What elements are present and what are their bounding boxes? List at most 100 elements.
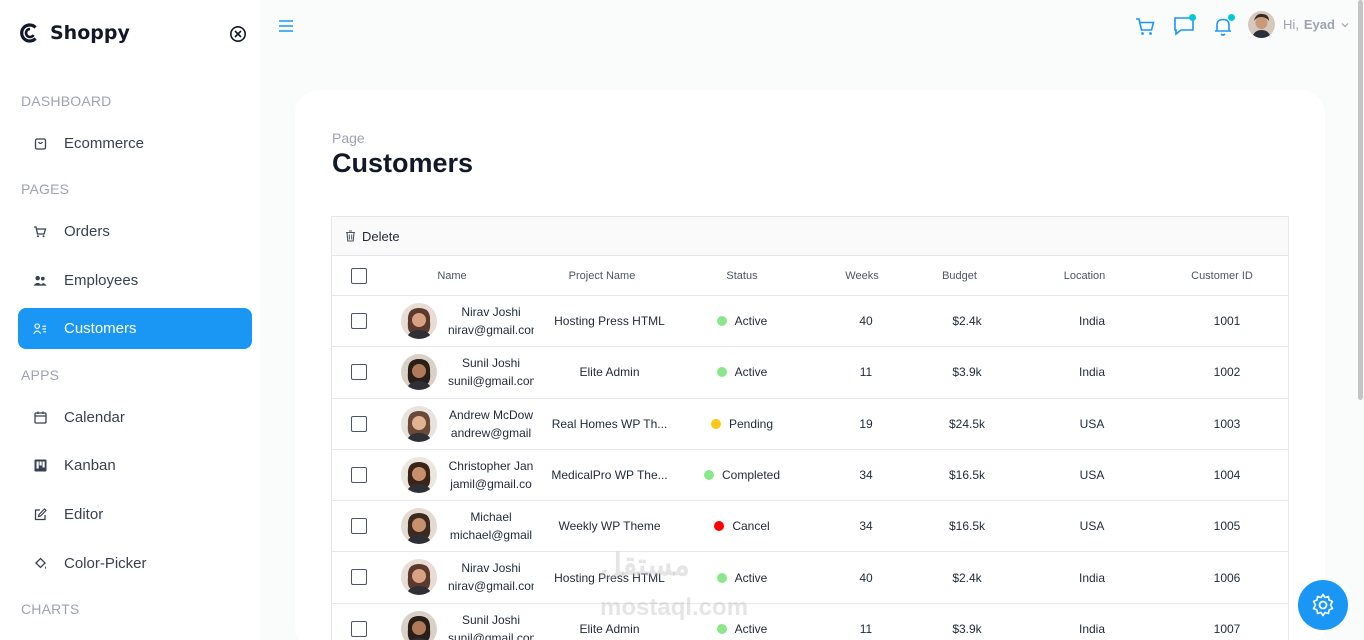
project-name-cell: Hosting Press HTML <box>542 296 677 346</box>
table-row[interactable]: Sunil Joshi sunil@gmail.com Elite Admin … <box>332 604 1288 640</box>
project-name: Hosting Press HTML <box>554 314 665 329</box>
hamburger-menu-icon[interactable] <box>278 18 294 34</box>
sidebar-item-employees[interactable]: Employees <box>18 260 252 301</box>
sidebar-item-label: Color-Picker <box>64 555 147 572</box>
table-row[interactable]: Andrew McDow andrew@gmail Real Homes WP … <box>332 399 1288 450</box>
close-sidebar-icon[interactable] <box>229 25 247 43</box>
column-header-status[interactable]: Status <box>692 256 792 296</box>
customer-id-cell: 1001 <box>1213 314 1241 329</box>
row-checkbox[interactable] <box>351 313 367 329</box>
sidebar-item-ecommerce[interactable]: Ecommerce <box>18 123 252 164</box>
gear-icon <box>1312 593 1334 617</box>
row-checkbox[interactable] <box>351 569 367 586</box>
color-picker-icon <box>33 557 47 571</box>
table-row[interactable]: Christopher Jan jamil@gmail.co MedicalPr… <box>332 450 1288 502</box>
column-header-weeks[interactable]: Weeks <box>812 256 912 296</box>
status-cell: Active <box>692 296 792 346</box>
table-row[interactable]: Nirav Joshi nirav@gmail.com Hosting Pres… <box>332 296 1288 348</box>
select-all-checkbox[interactable] <box>351 268 367 284</box>
table-row[interactable]: Michael michael@gmail Weekly WP Theme Ca… <box>332 501 1288 553</box>
status-text: Pending <box>728 416 774 431</box>
delete-button[interactable]: Delete <box>345 229 400 244</box>
project-name: Elite Admin <box>579 621 640 636</box>
page-title: Customers <box>332 148 474 178</box>
column-header-budget[interactable]: Budget <box>912 256 1007 296</box>
project-name-cell: MedicalPro WP The... <box>542 450 677 500</box>
project-name: Weekly WP Theme <box>558 519 661 534</box>
sidebar-item-label: Orders <box>64 223 110 240</box>
table-row[interactable]: Nirav Joshi nirav@gmail.com Hosting Pres… <box>332 552 1288 604</box>
section-title-dashboard: DASHBOARD <box>21 93 112 109</box>
weeks-cell: 34 <box>859 519 873 534</box>
customer-name: Sunil Joshi <box>461 356 521 371</box>
grid-body: Nirav Joshi nirav@gmail.com Hosting Pres… <box>332 296 1288 640</box>
bag-icon <box>33 137 47 151</box>
sidebar-item-editor[interactable]: Editor <box>18 494 252 535</box>
customer-name: Michael <box>470 510 512 525</box>
calendar-icon <box>33 411 47 425</box>
sidebar-item-color-picker[interactable]: Color-Picker <box>18 543 252 584</box>
username-text: Eyad <box>1303 17 1335 32</box>
budget-cell: $16.5k <box>948 519 986 534</box>
cart-icon[interactable] <box>1134 15 1156 37</box>
row-checkbox[interactable] <box>351 518 367 535</box>
avatar <box>401 456 437 493</box>
customer-email: nirav@gmail.com <box>448 579 534 594</box>
location-cell: India <box>1078 314 1106 329</box>
project-name-cell: Elite Admin <box>542 347 677 397</box>
customer-name: Nirav Joshi <box>461 305 521 319</box>
column-header-project[interactable]: Project Name <box>542 256 662 296</box>
brand[interactable]: Shoppy <box>20 22 130 44</box>
sidebar-item-label: Ecommerce <box>64 135 145 152</box>
kanban-icon <box>33 459 47 473</box>
status-dot <box>703 470 714 481</box>
shoppy-logo-icon <box>20 23 37 43</box>
user-menu[interactable]: Hi, Eyad <box>1248 11 1349 38</box>
customer-name-cell: Christopher Jan jamil@gmail.co <box>448 457 534 493</box>
column-header-location[interactable]: Location <box>1032 256 1137 296</box>
sidebar-item-kanban[interactable]: Kanban <box>18 445 252 486</box>
weeks-cell: 11 <box>859 365 873 380</box>
customer-email: nirav@gmail.com <box>448 323 534 337</box>
location-cell: India <box>1078 570 1106 585</box>
status-text: Active <box>734 570 768 585</box>
sidebar-item-orders[interactable]: Orders <box>18 211 252 252</box>
row-checkbox[interactable] <box>351 620 367 637</box>
page-scrollbar[interactable] <box>1356 0 1364 400</box>
section-title-pages: PAGES <box>21 181 70 197</box>
customer-id-cell: 1003 <box>1213 416 1241 431</box>
avatar <box>401 610 437 640</box>
section-title-charts: CHARTS <box>21 601 80 617</box>
customer-email: michael@gmail <box>449 528 533 543</box>
sidebar-item-customers[interactable]: Customers <box>18 308 252 349</box>
status-dot <box>716 367 727 378</box>
avatar <box>401 559 437 596</box>
avatar <box>401 508 437 545</box>
location-cell: India <box>1078 365 1106 380</box>
settings-button[interactable] <box>1298 580 1348 630</box>
column-header-customer-id[interactable]: Customer ID <box>1162 256 1282 296</box>
budget-cell: $3.9k <box>952 365 982 380</box>
location-cell: USA <box>1079 468 1105 483</box>
grid-header: Name Project Name Status Weeks Budget Lo… <box>332 256 1288 296</box>
row-checkbox[interactable] <box>351 415 367 432</box>
status-text: Active <box>734 621 768 636</box>
row-checkbox[interactable] <box>351 466 367 483</box>
customer-id-cell: 1004 <box>1213 468 1241 483</box>
customer-name-cell: Sunil Joshi sunil@gmail.com <box>448 354 534 390</box>
status-dot <box>710 418 721 429</box>
people-icon <box>33 274 47 288</box>
sidebar-item-label: Kanban <box>64 457 116 474</box>
status-cell: Cancel <box>692 501 792 551</box>
row-checkbox[interactable] <box>351 364 367 381</box>
watermark-latin: mostaql.com <box>600 594 749 621</box>
sidebar-item-label: Employees <box>64 272 139 289</box>
customer-id-cell: 1002 <box>1213 365 1241 380</box>
table-row[interactable]: Sunil Joshi sunil@gmail.com Elite Admin … <box>332 347 1288 399</box>
budget-cell: $3.9k <box>952 621 982 636</box>
edit-icon <box>33 508 47 522</box>
cart-icon <box>33 225 47 239</box>
app-name: Shoppy <box>50 22 130 44</box>
sidebar-item-calendar[interactable]: Calendar <box>18 397 252 438</box>
column-header-name[interactable]: Name <box>392 256 512 296</box>
